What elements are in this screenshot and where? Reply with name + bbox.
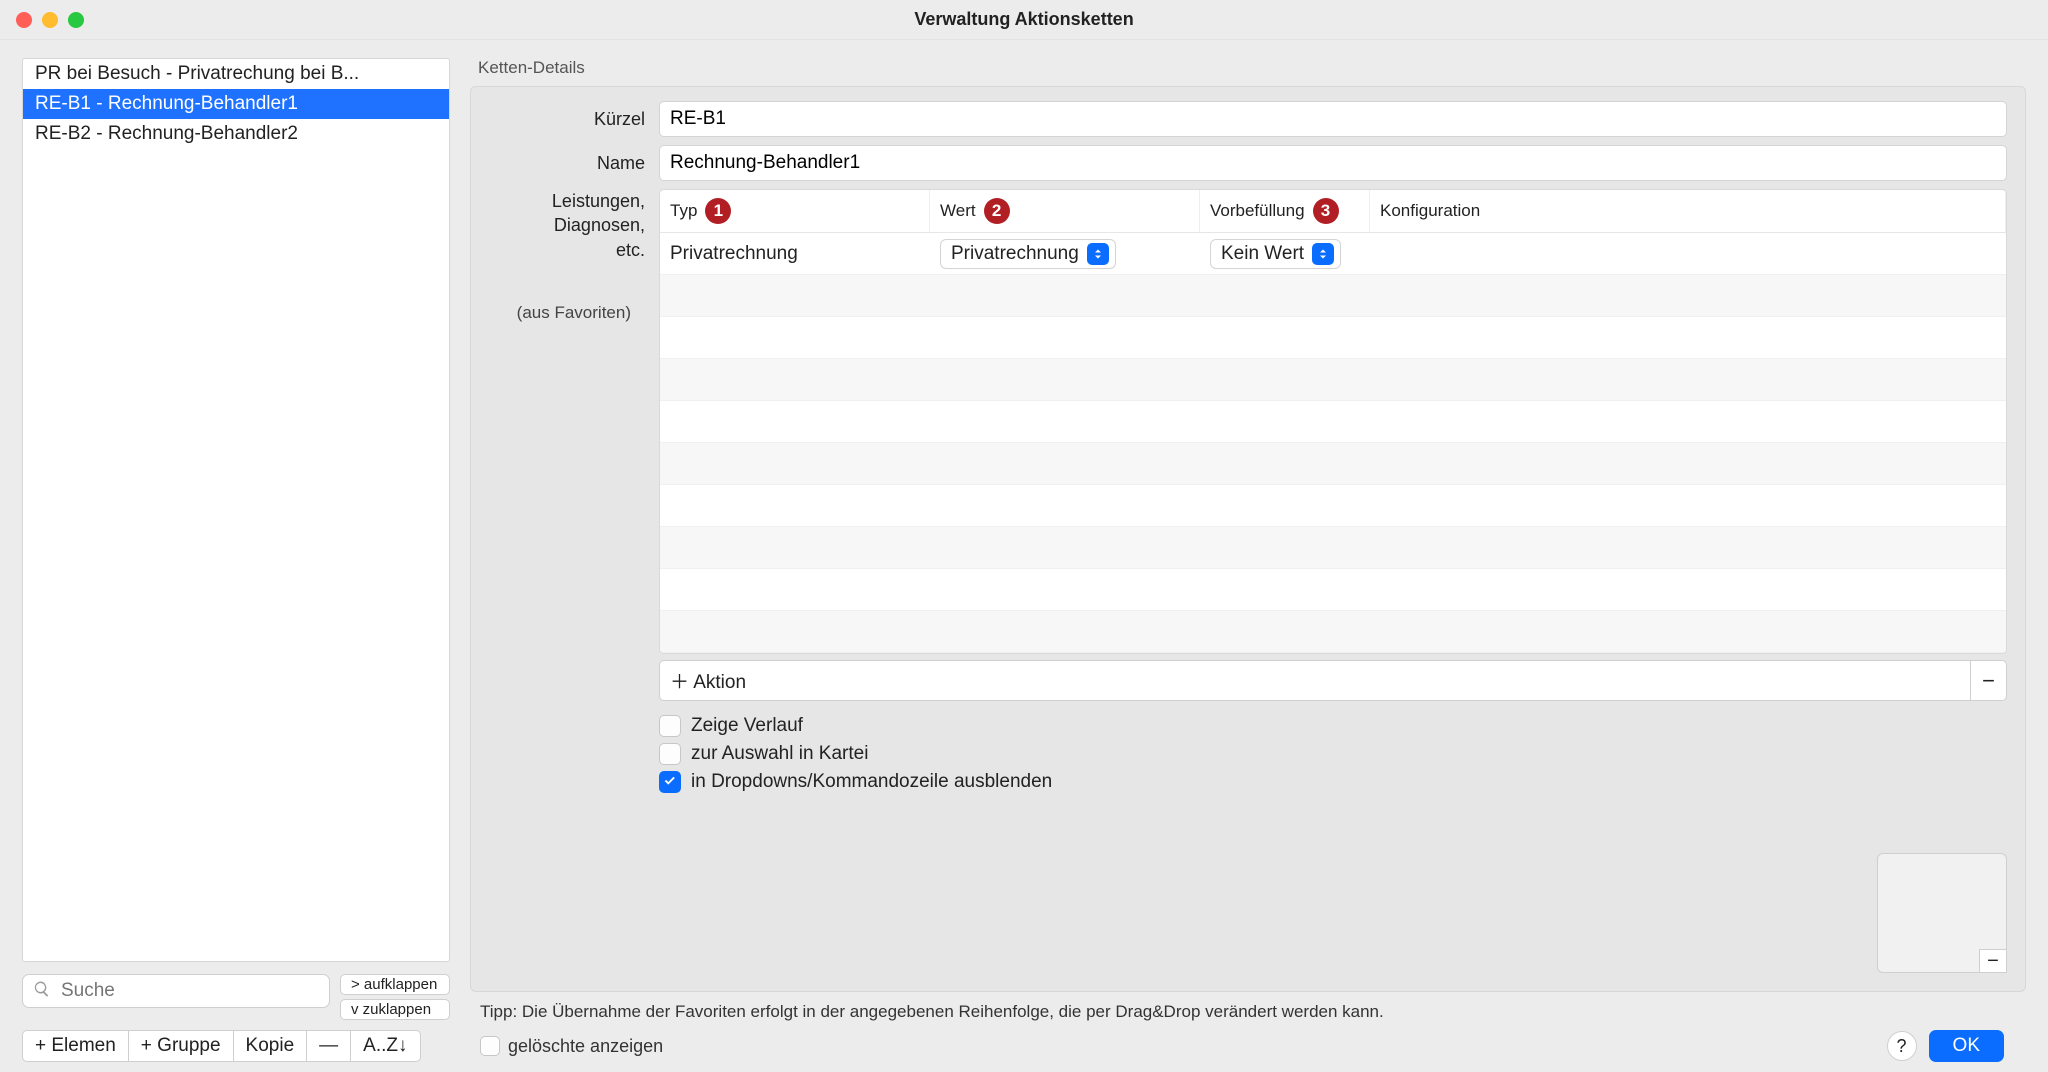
window-controls <box>16 12 84 28</box>
help-button[interactable]: ? <box>1887 1031 1917 1061</box>
table-row <box>660 401 2006 443</box>
add-action-button[interactable]: ＋ Aktion <box>659 660 1971 701</box>
search-input-wrapper[interactable] <box>22 974 330 1008</box>
kuerzel-label: Kürzel <box>489 109 659 130</box>
show-deleted-checkbox[interactable]: gelöschte anzeigen <box>480 1036 663 1057</box>
chain-list[interactable]: PR bei Besuch - Privatrechung bei B... R… <box>22 58 450 962</box>
sidebar-toolbar: + Elemen + Gruppe Kopie — A..Z↓ <box>22 1030 450 1062</box>
checkbox-icon <box>659 743 681 765</box>
add-group-button[interactable]: + Gruppe <box>129 1030 234 1062</box>
badge-3-icon: 3 <box>1313 198 1339 224</box>
chevron-updown-icon <box>1312 243 1334 265</box>
favoriten-note: (aus Favoriten) <box>489 302 645 325</box>
badge-2-icon: 2 <box>984 198 1010 224</box>
tip-text: Tipp: Die Übernahme der Favoriten erfolg… <box>480 1002 1384 1022</box>
in-dropdowns-checkbox[interactable]: in Dropdowns/Kommandozeile ausblenden <box>659 771 1052 793</box>
sort-button[interactable]: A..Z↓ <box>351 1030 420 1062</box>
icon-well[interactable]: − <box>1877 853 2007 973</box>
zoom-icon[interactable] <box>68 12 84 28</box>
badge-1-icon: 1 <box>705 198 731 224</box>
section-title: Ketten-Details <box>478 58 2026 78</box>
minimize-icon[interactable] <box>42 12 58 28</box>
chain-item[interactable]: PR bei Besuch - Privatrechung bei B... <box>23 59 449 89</box>
table-label: Leistungen, Diagnosen, etc. (aus Favorit… <box>489 189 659 793</box>
cell-typ: Privatrechnung <box>660 239 930 269</box>
add-element-button[interactable]: + Elemen <box>22 1030 129 1062</box>
table-header: Typ 1 Wert 2 Vorbefüllung 3 <box>660 190 2006 233</box>
kuerzel-input[interactable] <box>659 101 2007 137</box>
copy-button[interactable]: Kopie <box>234 1030 308 1062</box>
table-row <box>660 527 2006 569</box>
search-input[interactable] <box>59 979 319 1003</box>
chain-item[interactable]: RE-B1 - Rechnung-Behandler1 <box>23 89 449 119</box>
remove-button[interactable]: — <box>307 1030 351 1062</box>
zur-auswahl-checkbox[interactable]: zur Auswahl in Kartei <box>659 743 1052 765</box>
checkbox-icon <box>659 715 681 737</box>
close-icon[interactable] <box>16 12 32 28</box>
ok-button[interactable]: OK <box>1929 1030 2004 1062</box>
collapse-all-button[interactable]: v zuklappen <box>340 999 450 1020</box>
table-row <box>660 485 2006 527</box>
table-row <box>660 275 2006 317</box>
col-vorbefuellung[interactable]: Vorbefüllung 3 <box>1200 190 1370 232</box>
wert-select[interactable]: Privatrechnung <box>940 239 1116 269</box>
expand-all-button[interactable]: > aufklappen <box>340 974 450 995</box>
titlebar: Verwaltung Aktionsketten <box>0 0 2048 40</box>
zeige-verlauf-checkbox[interactable]: Zeige Verlauf <box>659 715 1052 737</box>
details-panel: Kürzel Name Leistungen, Diagnosen, etc. … <box>470 86 2026 992</box>
table-row <box>660 443 2006 485</box>
chevron-updown-icon <box>1087 243 1109 265</box>
col-konfiguration[interactable]: Konfiguration <box>1370 190 2006 232</box>
table-row <box>660 611 2006 653</box>
table-row <box>660 569 2006 611</box>
table-row[interactable]: Privatrechnung Privatrechnung K <box>660 233 2006 275</box>
icon-remove-button[interactable]: − <box>1979 949 2007 973</box>
search-icon <box>33 980 51 1002</box>
checkbox-checked-icon <box>659 771 681 793</box>
window-title: Verwaltung Aktionsketten <box>0 9 2048 30</box>
table-row <box>660 359 2006 401</box>
name-label: Name <box>489 153 659 174</box>
remove-action-button[interactable]: − <box>1971 660 2007 701</box>
table-row <box>660 317 2006 359</box>
chain-item[interactable]: RE-B2 - Rechnung-Behandler2 <box>23 119 449 149</box>
actions-table: Typ 1 Wert 2 Vorbefüllung 3 <box>659 189 2007 654</box>
col-wert[interactable]: Wert 2 <box>930 190 1200 232</box>
name-input[interactable] <box>659 145 2007 181</box>
col-typ[interactable]: Typ 1 <box>660 190 930 232</box>
vorbefuellung-select[interactable]: Kein Wert <box>1210 239 1341 269</box>
checkbox-icon <box>480 1036 500 1056</box>
